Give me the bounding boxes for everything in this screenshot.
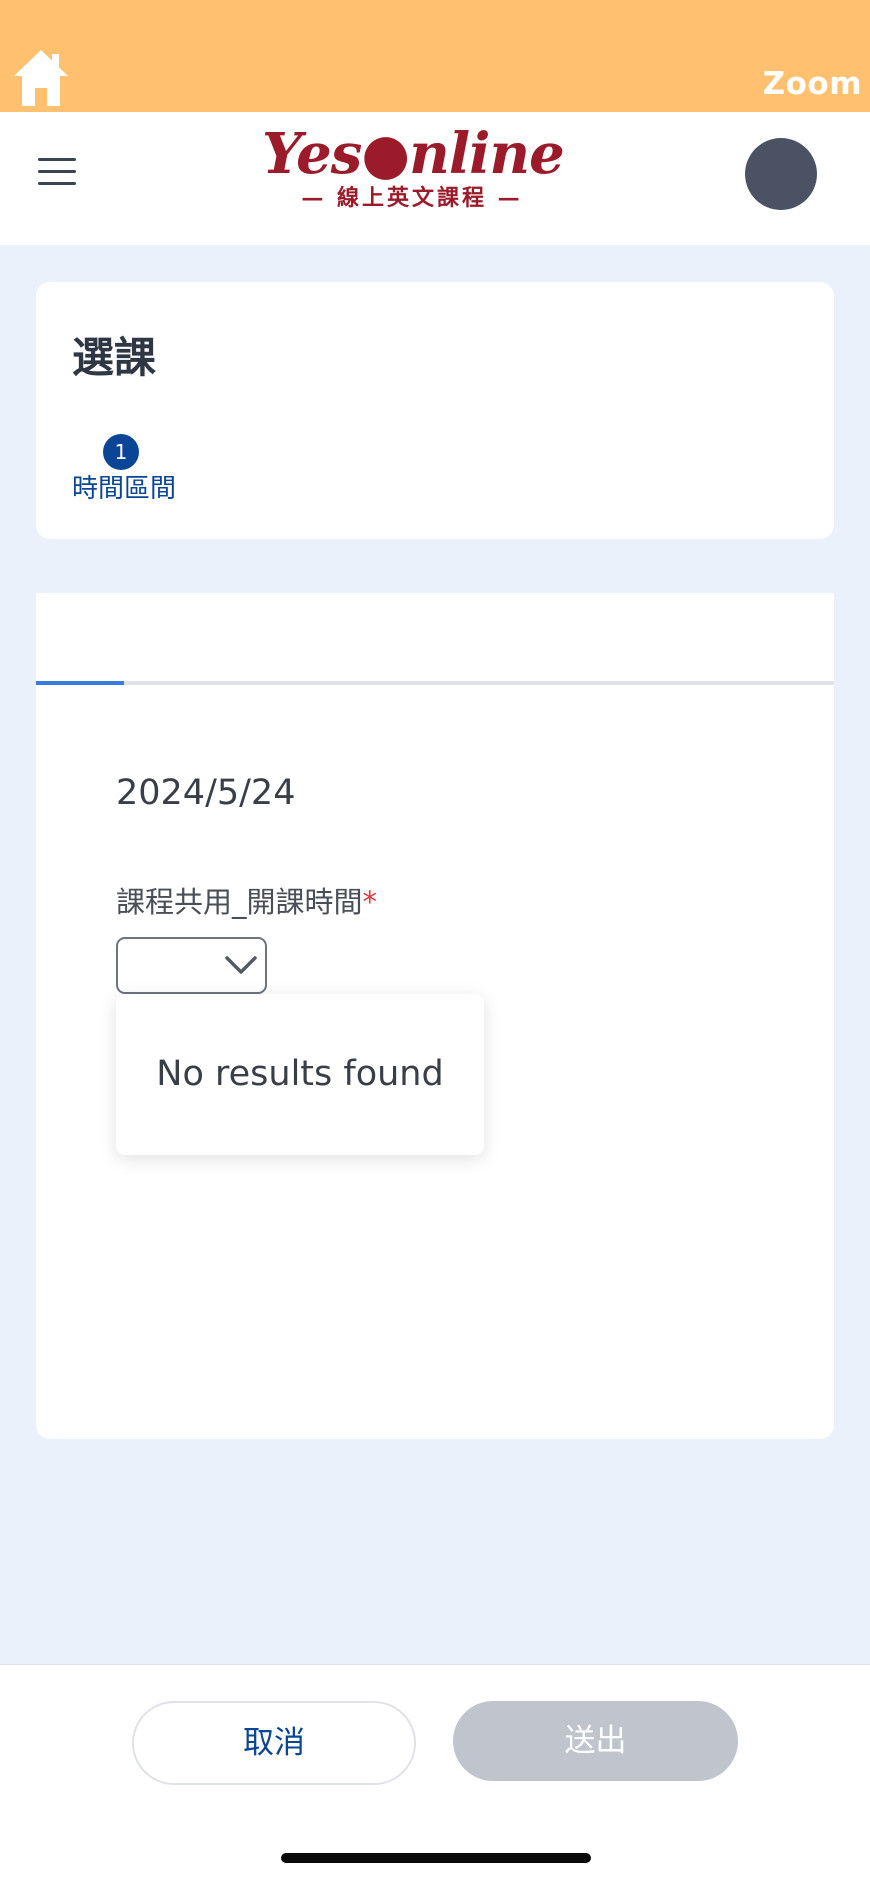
field-label-course-time: 課程共用_開課時間* — [116, 879, 377, 921]
yesonline-logo[interactable]: Yes●nline — 線上英文課程 — — [262, 121, 565, 224]
submit-button[interactable]: 送出 — [453, 1701, 738, 1781]
home-icon[interactable] — [12, 48, 70, 108]
required-asterisk: * — [362, 885, 378, 919]
progress-bar — [36, 681, 834, 685]
home-indicator[interactable] — [281, 1853, 591, 1863]
hamburger-menu-icon[interactable] — [38, 158, 78, 188]
select-dropdown-menu: No results found — [116, 994, 484, 1155]
cancel-button[interactable]: 取消 — [132, 1701, 416, 1785]
selected-date: 2024/5/24 — [116, 773, 296, 813]
step-label-time-range[interactable]: 時間區間 — [72, 468, 176, 505]
zoom-label[interactable]: Zoom — [763, 66, 862, 102]
progress-bar-fill — [36, 681, 124, 685]
top-banner: Zoom — [0, 0, 870, 112]
logo-subtitle: — 線上英文課程 — — [301, 185, 523, 211]
avatar[interactable] — [745, 138, 817, 210]
logo-wordmark: Yes●nline — [262, 121, 565, 187]
step-number-badge: 1 — [103, 434, 139, 470]
page-title: 選課 — [72, 333, 157, 382]
field-label-text: 課程共用_開課時間 — [116, 885, 363, 919]
no-results-message: No results found — [156, 1054, 444, 1094]
chevron-down-icon — [225, 956, 257, 974]
course-selection-header-card: 選課 1 時間區間 — [36, 282, 834, 539]
bottom-action-bar — [0, 1664, 870, 1882]
course-time-select[interactable] — [116, 937, 267, 994]
